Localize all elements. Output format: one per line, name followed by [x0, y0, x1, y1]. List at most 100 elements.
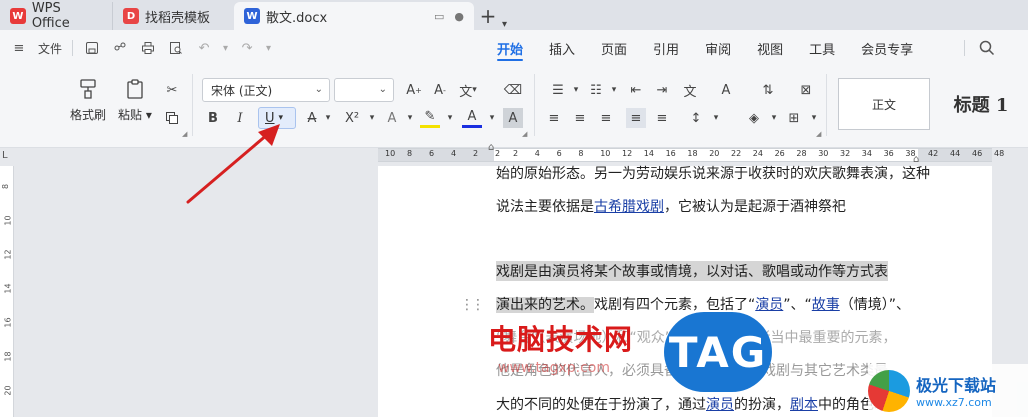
paste-button[interactable]: 粘贴 ▾ [118, 78, 152, 123]
undo-chevron-icon[interactable]: ▾ [223, 43, 228, 54]
new-tab-button[interactable]: + [474, 2, 502, 30]
window-mode-icon[interactable]: ▭ [434, 10, 444, 23]
shading-icon[interactable]: ◈ [744, 108, 764, 128]
decrease-font-icon[interactable]: A- [430, 80, 450, 100]
distributed-icon[interactable]: ≡ [652, 108, 672, 128]
increase-font-icon[interactable]: A + [404, 80, 424, 100]
copy-icon[interactable] [162, 108, 182, 128]
print-preview-icon[interactable] [167, 39, 185, 57]
numbered-list-icon[interactable]: ☷ [586, 80, 606, 100]
format-painter-button[interactable]: 格式刷 [70, 78, 106, 123]
ruler-number-6: 14 [643, 149, 654, 158]
link-ancient-greek-drama[interactable]: 古希腊戏剧 [594, 199, 664, 215]
tab-view[interactable]: 视图 [744, 30, 796, 66]
tab-tools[interactable]: 工具 [796, 30, 848, 66]
unsaved-dot-icon[interactable]: ● [454, 10, 464, 23]
chevron-down-icon[interactable]: ▾ [604, 80, 624, 100]
align-right-icon[interactable]: ≡ [596, 108, 616, 128]
style-normal[interactable]: 正文 [838, 78, 930, 130]
align-left-icon[interactable]: ≡ [544, 108, 564, 128]
change-case-icon[interactable]: 文 ▾ [458, 80, 478, 100]
chevron-down-icon[interactable]: ▾ [318, 108, 338, 128]
link-script[interactable]: 剧本 [790, 397, 818, 413]
chevron-down-icon[interactable]: ▾ [566, 80, 586, 100]
style-heading-1[interactable]: 标题 1 [934, 78, 1028, 130]
text-direction-icon[interactable]: A [716, 80, 736, 100]
tab-member[interactable]: 会员专享 [848, 30, 926, 66]
tab-page[interactable]: 页面 [588, 30, 640, 66]
chevron-down-icon[interactable]: ▾ [706, 108, 726, 128]
font-color-icon[interactable]: A [462, 108, 482, 128]
file-menu[interactable]: 文件 [38, 40, 62, 57]
tab-references[interactable]: 引用 [640, 30, 692, 66]
chevron-down-icon[interactable]: ▾ [764, 108, 784, 128]
style-normal-label: 正文 [871, 97, 896, 112]
corner-watermark-title: 极光下载站 [916, 376, 997, 395]
save-icon[interactable] [83, 39, 101, 57]
text-effect-icon[interactable]: A [382, 108, 402, 128]
aurora-logo-icon [868, 369, 910, 412]
chevron-down-icon[interactable]: ▾ [440, 108, 460, 128]
clear-format-icon[interactable]: ⌫ [503, 80, 523, 100]
chevron-down-icon[interactable]: ▾ [482, 108, 502, 128]
vertical-ruler-number-1: 10 [3, 215, 13, 226]
link-actor[interactable]: 演员 [755, 297, 783, 313]
ruler-number-16: 34 [861, 149, 872, 158]
tab-label: WPS Office [31, 1, 70, 31]
ruler-left-number-4: 2 [473, 149, 479, 158]
char-shading-icon[interactable]: A [503, 108, 523, 128]
tab-document[interactable]: W 散文.docx ▭ ● [234, 2, 474, 30]
highlight-icon[interactable]: ✎ [420, 108, 440, 128]
annotation-arrow-icon [186, 124, 280, 204]
tab-home[interactable]: 开始 [484, 30, 536, 66]
sort-icon[interactable]: ⇅ [758, 80, 778, 100]
undo-icon[interactable]: ↶ [195, 39, 213, 57]
ruler-number-7: 16 [665, 149, 676, 158]
redo-icon[interactable]: ↷ [238, 39, 256, 57]
increase-indent-icon[interactable]: ⇥ [652, 80, 672, 100]
superscript-icon[interactable]: X² [342, 108, 362, 128]
chevron-down-icon[interactable]: ▾ [400, 108, 420, 128]
indent-marker-icon[interactable]: ⌂ [488, 142, 494, 153]
ribbon-group-launcher-icon[interactable]: ◢ [522, 130, 527, 138]
print-icon[interactable] [139, 39, 157, 57]
align-center-icon[interactable]: ≡ [570, 108, 590, 128]
wps-logo-icon: W [10, 8, 26, 24]
font-size-select[interactable]: ⌄ [334, 78, 394, 102]
watermark-tag-badge: TAG [664, 312, 772, 392]
chevron-down-icon: ⌄ [314, 84, 323, 95]
redo-chevron-icon[interactable]: ▾ [266, 43, 271, 54]
ruler-number-14: 30 [818, 149, 829, 158]
tab-stop-selector-icon[interactable]: L [2, 150, 8, 161]
tab-review[interactable]: 审阅 [692, 30, 744, 66]
hamburger-menu-icon[interactable]: ≡ [10, 39, 28, 57]
ruler-number-3: 8 [578, 149, 584, 158]
paragraph-drag-handle-icon[interactable]: ⋮⋮ [460, 297, 485, 313]
ruler-number-13: 28 [796, 149, 807, 158]
ruler-number-4: 10 [600, 149, 611, 158]
paste-icon [127, 79, 143, 99]
share-icon[interactable] [111, 39, 129, 57]
font-name-select[interactable]: 宋体 (正文) ⌄ [202, 78, 330, 102]
chinese-layout-icon[interactable]: 文 [680, 80, 700, 100]
border-icon[interactable]: ⊞ [784, 108, 804, 128]
search-icon[interactable] [978, 39, 996, 57]
bullet-list-icon[interactable]: ☰ [548, 80, 568, 100]
link-actor-2[interactable]: 演员 [706, 397, 734, 413]
tab-wps-office[interactable]: W WPS Office [0, 1, 112, 31]
decrease-indent-icon[interactable]: ⇤ [626, 80, 646, 100]
ruler-left-number-3: 4 [451, 149, 457, 158]
chevron-down-icon[interactable]: ▾ [362, 108, 382, 128]
tab-insert[interactable]: 插入 [536, 30, 588, 66]
tab-list-chevron-icon[interactable]: ▾ [502, 19, 507, 30]
line-spacing-icon[interactable]: ↕ [686, 108, 706, 128]
show-marks-icon[interactable]: ⊠ [796, 80, 816, 100]
ruler-right-number-2: 46 [972, 149, 983, 158]
cut-icon[interactable]: ✂ [162, 80, 182, 100]
link-story[interactable]: 故事 [812, 297, 840, 313]
tab-docer-templates[interactable]: D 找稻壳模板 [112, 2, 234, 30]
ruler-left-number-0: 10 [385, 149, 396, 158]
justify-icon[interactable]: ≡ [626, 108, 646, 128]
ribbon-group-launcher-icon[interactable]: ◢ [816, 130, 821, 138]
chevron-down-icon[interactable]: ▾ [804, 108, 824, 128]
